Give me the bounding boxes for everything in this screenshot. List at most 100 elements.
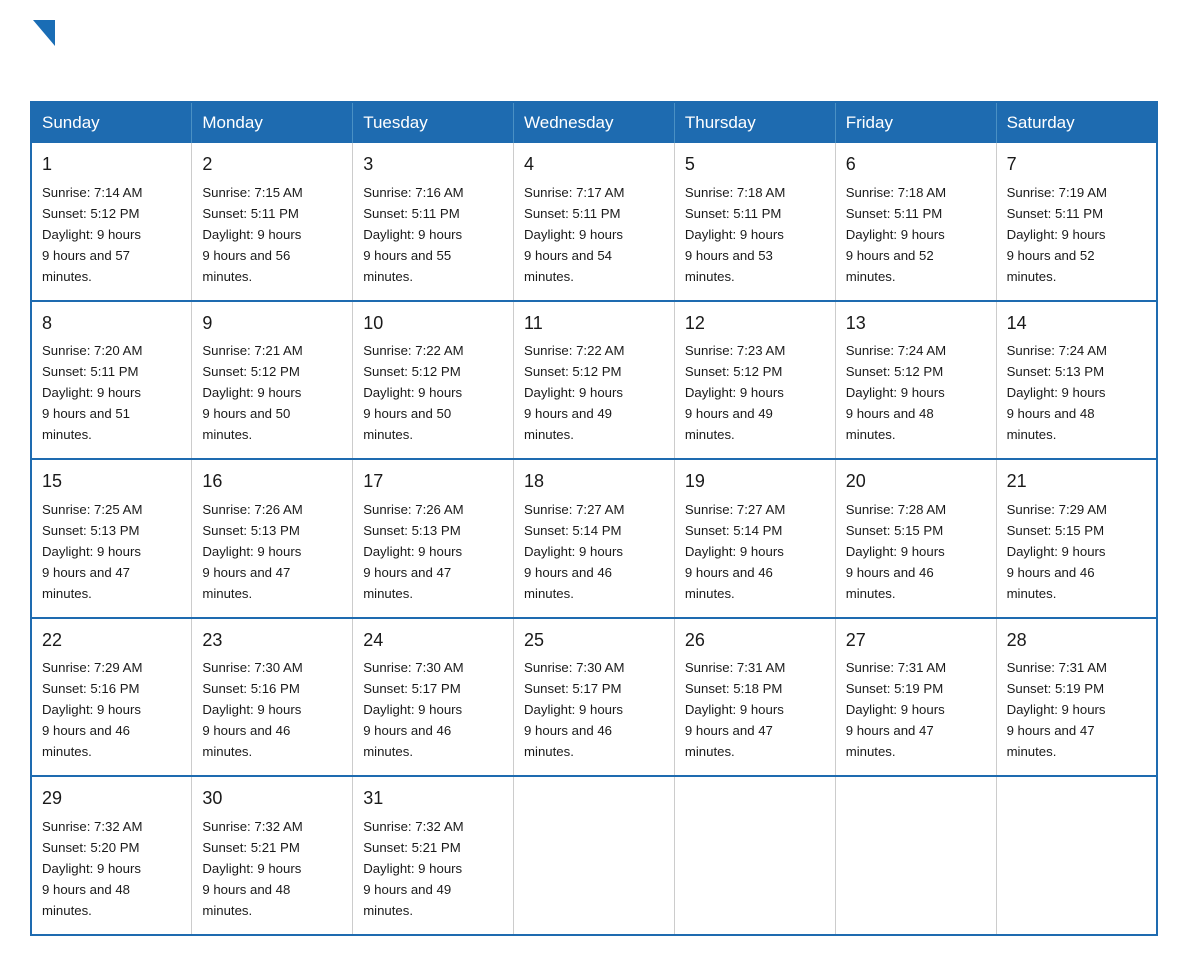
calendar-cell: 30 Sunrise: 7:32 AMSunset: 5:21 PMDayligh… — [192, 776, 353, 935]
calendar-cell: 18 Sunrise: 7:27 AMSunset: 5:14 PMDayligh… — [514, 459, 675, 618]
day-number: 3 — [363, 151, 503, 179]
day-info: Sunrise: 7:28 AMSunset: 5:15 PMDaylight:… — [846, 502, 946, 601]
day-info: Sunrise: 7:21 AMSunset: 5:12 PMDaylight:… — [202, 343, 302, 442]
day-number: 31 — [363, 785, 503, 813]
day-info: Sunrise: 7:18 AMSunset: 5:11 PMDaylight:… — [685, 185, 785, 284]
day-number: 26 — [685, 627, 825, 655]
calendar-week-row: 29 Sunrise: 7:32 AMSunset: 5:20 PMDayligh… — [31, 776, 1157, 935]
calendar-cell: 3 Sunrise: 7:16 AMSunset: 5:11 PMDaylight… — [353, 143, 514, 301]
calendar-week-row: 8 Sunrise: 7:20 AMSunset: 5:11 PMDaylight… — [31, 301, 1157, 460]
calendar-header-row: SundayMondayTuesdayWednesdayThursdayFrid… — [31, 102, 1157, 143]
day-number: 8 — [42, 310, 181, 338]
day-number: 6 — [846, 151, 986, 179]
column-header-saturday: Saturday — [996, 102, 1157, 143]
day-info: Sunrise: 7:31 AMSunset: 5:19 PMDaylight:… — [846, 660, 946, 759]
calendar-cell: 29 Sunrise: 7:32 AMSunset: 5:20 PMDayligh… — [31, 776, 192, 935]
calendar-cell: 20 Sunrise: 7:28 AMSunset: 5:15 PMDayligh… — [835, 459, 996, 618]
day-info: Sunrise: 7:15 AMSunset: 5:11 PMDaylight:… — [202, 185, 302, 284]
day-number: 20 — [846, 468, 986, 496]
day-number: 22 — [42, 627, 181, 655]
day-info: Sunrise: 7:18 AMSunset: 5:11 PMDaylight:… — [846, 185, 946, 284]
day-info: Sunrise: 7:32 AMSunset: 5:21 PMDaylight:… — [363, 819, 463, 918]
day-info: Sunrise: 7:29 AMSunset: 5:16 PMDaylight:… — [42, 660, 142, 759]
calendar-cell: 25 Sunrise: 7:30 AMSunset: 5:17 PMDayligh… — [514, 618, 675, 777]
day-info: Sunrise: 7:17 AMSunset: 5:11 PMDaylight:… — [524, 185, 624, 284]
day-number: 9 — [202, 310, 342, 338]
day-info: Sunrise: 7:26 AMSunset: 5:13 PMDaylight:… — [363, 502, 463, 601]
calendar-cell: 6 Sunrise: 7:18 AMSunset: 5:11 PMDaylight… — [835, 143, 996, 301]
calendar-cell: 13 Sunrise: 7:24 AMSunset: 5:12 PMDayligh… — [835, 301, 996, 460]
column-header-sunday: Sunday — [31, 102, 192, 143]
day-info: Sunrise: 7:27 AMSunset: 5:14 PMDaylight:… — [685, 502, 785, 601]
logo — [30, 20, 66, 83]
logo-arrow-icon — [33, 20, 55, 51]
day-number: 10 — [363, 310, 503, 338]
day-info: Sunrise: 7:29 AMSunset: 5:15 PMDaylight:… — [1007, 502, 1107, 601]
day-info: Sunrise: 7:24 AMSunset: 5:13 PMDaylight:… — [1007, 343, 1107, 442]
calendar-cell: 22 Sunrise: 7:29 AMSunset: 5:16 PMDayligh… — [31, 618, 192, 777]
header — [30, 20, 1158, 83]
calendar-cell: 31 Sunrise: 7:32 AMSunset: 5:21 PMDayligh… — [353, 776, 514, 935]
calendar-cell — [835, 776, 996, 935]
day-info: Sunrise: 7:25 AMSunset: 5:13 PMDaylight:… — [42, 502, 142, 601]
day-info: Sunrise: 7:20 AMSunset: 5:11 PMDaylight:… — [42, 343, 142, 442]
calendar-cell: 15 Sunrise: 7:25 AMSunset: 5:13 PMDayligh… — [31, 459, 192, 618]
day-info: Sunrise: 7:23 AMSunset: 5:12 PMDaylight:… — [685, 343, 785, 442]
day-number: 15 — [42, 468, 181, 496]
day-number: 16 — [202, 468, 342, 496]
calendar-cell — [674, 776, 835, 935]
calendar-cell: 4 Sunrise: 7:17 AMSunset: 5:11 PMDaylight… — [514, 143, 675, 301]
day-number: 27 — [846, 627, 986, 655]
calendar-cell: 27 Sunrise: 7:31 AMSunset: 5:19 PMDayligh… — [835, 618, 996, 777]
column-header-tuesday: Tuesday — [353, 102, 514, 143]
calendar-cell: 12 Sunrise: 7:23 AMSunset: 5:12 PMDayligh… — [674, 301, 835, 460]
day-info: Sunrise: 7:16 AMSunset: 5:11 PMDaylight:… — [363, 185, 463, 284]
calendar-cell — [996, 776, 1157, 935]
column-header-monday: Monday — [192, 102, 353, 143]
calendar-cell: 26Sunrise: 7:31 AMSunset: 5:18 PMDayligh… — [674, 618, 835, 777]
calendar-cell: 21 Sunrise: 7:29 AMSunset: 5:15 PMDayligh… — [996, 459, 1157, 618]
calendar-cell: 9 Sunrise: 7:21 AMSunset: 5:12 PMDaylight… — [192, 301, 353, 460]
day-info: Sunrise: 7:30 AMSunset: 5:16 PMDaylight:… — [202, 660, 302, 759]
day-number: 29 — [42, 785, 181, 813]
calendar-cell: 16Sunrise: 7:26 AMSunset: 5:13 PMDayligh… — [192, 459, 353, 618]
day-number: 4 — [524, 151, 664, 179]
day-number: 1 — [42, 151, 181, 179]
day-number: 7 — [1007, 151, 1146, 179]
day-number: 25 — [524, 627, 664, 655]
day-info: Sunrise: 7:32 AMSunset: 5:21 PMDaylight:… — [202, 819, 302, 918]
day-number: 5 — [685, 151, 825, 179]
calendar-week-row: 22 Sunrise: 7:29 AMSunset: 5:16 PMDayligh… — [31, 618, 1157, 777]
calendar-week-row: 1 Sunrise: 7:14 AMSunset: 5:12 PMDaylight… — [31, 143, 1157, 301]
day-info: Sunrise: 7:19 AMSunset: 5:11 PMDaylight:… — [1007, 185, 1107, 284]
calendar-cell: 8 Sunrise: 7:20 AMSunset: 5:11 PMDaylight… — [31, 301, 192, 460]
day-info: Sunrise: 7:24 AMSunset: 5:12 PMDaylight:… — [846, 343, 946, 442]
calendar-cell: 2Sunrise: 7:15 AMSunset: 5:11 PMDaylight… — [192, 143, 353, 301]
day-info: Sunrise: 7:27 AMSunset: 5:14 PMDaylight:… — [524, 502, 624, 601]
day-number: 30 — [202, 785, 342, 813]
day-number: 13 — [846, 310, 986, 338]
day-number: 18 — [524, 468, 664, 496]
calendar-cell: 1 Sunrise: 7:14 AMSunset: 5:12 PMDaylight… — [31, 143, 192, 301]
day-number: 12 — [685, 310, 825, 338]
calendar-cell — [514, 776, 675, 935]
day-info: Sunrise: 7:22 AMSunset: 5:12 PMDaylight:… — [363, 343, 463, 442]
column-header-friday: Friday — [835, 102, 996, 143]
day-number: 21 — [1007, 468, 1146, 496]
column-header-wednesday: Wednesday — [514, 102, 675, 143]
day-info: Sunrise: 7:22 AMSunset: 5:12 PMDaylight:… — [524, 343, 624, 442]
day-info: Sunrise: 7:32 AMSunset: 5:20 PMDaylight:… — [42, 819, 142, 918]
day-number: 14 — [1007, 310, 1146, 338]
day-number: 24 — [363, 627, 503, 655]
column-header-thursday: Thursday — [674, 102, 835, 143]
calendar-table: SundayMondayTuesdayWednesdayThursdayFrid… — [30, 101, 1158, 936]
calendar-cell: 24Sunrise: 7:30 AMSunset: 5:17 PMDayligh… — [353, 618, 514, 777]
day-number: 23 — [202, 627, 342, 655]
day-info: Sunrise: 7:14 AMSunset: 5:12 PMDaylight:… — [42, 185, 142, 284]
calendar-cell: 7 Sunrise: 7:19 AMSunset: 5:11 PMDaylight… — [996, 143, 1157, 301]
calendar-week-row: 15 Sunrise: 7:25 AMSunset: 5:13 PMDayligh… — [31, 459, 1157, 618]
day-number: 17 — [363, 468, 503, 496]
day-info: Sunrise: 7:30 AMSunset: 5:17 PMDaylight:… — [524, 660, 624, 759]
day-number: 28 — [1007, 627, 1146, 655]
calendar-cell: 11Sunrise: 7:22 AMSunset: 5:12 PMDayligh… — [514, 301, 675, 460]
